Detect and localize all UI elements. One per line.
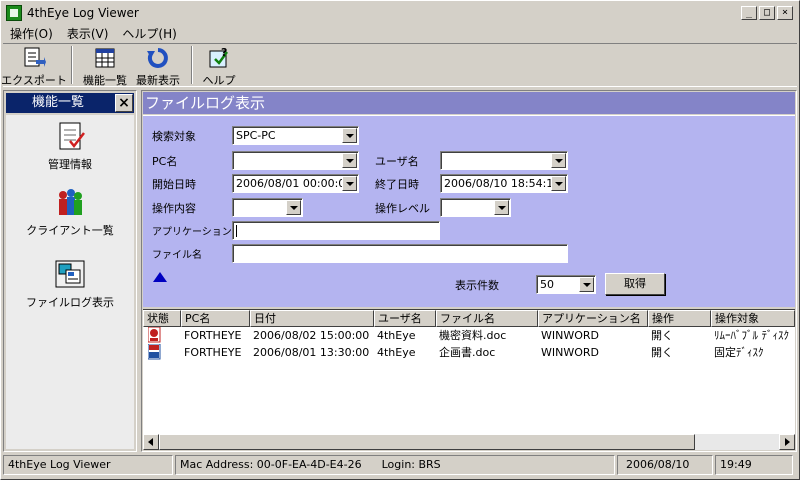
column-header-file-name[interactable]: ファイル名 [436, 310, 538, 327]
export-button[interactable]: エクスポート [1, 44, 67, 87]
svg-text:?: ? [221, 46, 227, 59]
column-header-status[interactable]: 状態 [143, 310, 181, 327]
file-name-input[interactable] [232, 244, 568, 263]
display-count-select[interactable]: 50 [536, 275, 596, 294]
operation-select[interactable] [232, 198, 303, 217]
app-icon [6, 5, 22, 21]
chevron-down-icon [551, 153, 566, 168]
sidebar-item-file-log[interactable]: ファイルログ表示 [6, 259, 134, 310]
file-name-label: ファイル名 [152, 250, 202, 261]
table-header: 状態 PC名 日付 ユーザ名 ファイル名 アプリケーション名 操作 操作対象 [143, 310, 795, 327]
toolbar-separator [71, 46, 73, 84]
start-datetime-label: 開始日時 [152, 178, 196, 191]
help-icon: ? [207, 46, 231, 70]
scroll-thumb[interactable] [159, 434, 695, 450]
column-header-date[interactable]: 日付 [250, 310, 374, 327]
operation-label: 操作内容 [152, 202, 196, 215]
text-caret [236, 225, 237, 237]
table-row[interactable]: FORTHEYE 2006/08/01 13:30:00 4thEye 企画書.… [143, 344, 795, 361]
collapse-triangle-icon[interactable] [153, 272, 167, 282]
status-ok-icon [143, 344, 181, 361]
log-table: 状態 PC名 日付 ユーザ名 ファイル名 アプリケーション名 操作 操作対象 F… [143, 309, 795, 450]
scroll-left-button[interactable] [143, 434, 159, 450]
sidebar-body: 管理情報 クライアント一覧 ファイルログ表示 [6, 115, 134, 449]
start-datetime-picker[interactable]: 2006/08/01 00:00:00 [232, 174, 359, 193]
sidebar-item-management[interactable]: 管理情報 [6, 121, 134, 172]
sidebar-item-clients[interactable]: クライアント一覧 [6, 187, 134, 238]
search-target-label: 検索対象 [152, 130, 196, 143]
chevron-down-icon [494, 200, 509, 215]
chevron-down-icon [342, 153, 357, 168]
sidebar-close-button[interactable]: × [115, 94, 133, 112]
status-date: 2006/08/10 [617, 455, 713, 475]
menu-operation[interactable]: 操作(O) [3, 23, 60, 41]
user-name-label: ユーザ名 [375, 155, 419, 168]
app-window: 4thEye Log Viewer _ □ × 操作(O) 表示(V) ヘルプ(… [0, 0, 800, 480]
status-warning-icon [143, 327, 181, 344]
help-button[interactable]: ? ヘルプ [199, 44, 239, 87]
horizontal-scrollbar[interactable] [143, 434, 795, 450]
sidebar-header: 機能一覧 × [6, 93, 134, 113]
function-sidebar: 機能一覧 × 管理情報 クライアント一覧 ファイルログ表示 [3, 90, 137, 452]
file-log-panel: ファイルログ表示 検索対象 SPC-PC PC名 ユーザ名 開始日時 2006/… [141, 90, 797, 452]
close-button[interactable]: × [777, 6, 793, 20]
title-bar[interactable]: 4thEye Log Viewer _ □ × [3, 3, 797, 23]
refresh-icon [146, 46, 170, 70]
status-mac-login: Mac Address: 00-0F-EA-4D-E4-26 Login: BRS [175, 455, 615, 475]
display-count-label: 表示件数 [455, 279, 499, 292]
sidebar-title: 機能一覧 [32, 95, 85, 110]
document-check-icon [54, 121, 86, 153]
status-time: 19:49 [715, 455, 793, 475]
toolbar: エクスポート 機能一覧 最新表示 ? ヘルプ [1, 43, 797, 87]
menu-bar: 操作(O) 表示(V) ヘルプ(H) [3, 23, 184, 41]
file-log-icon [54, 259, 86, 291]
pc-name-label: PC名 [152, 155, 178, 168]
status-login: Login: BRS [381, 458, 441, 471]
user-name-select[interactable] [440, 151, 568, 170]
search-form: 検索対象 SPC-PC PC名 ユーザ名 開始日時 2006/08/01 00:… [143, 115, 795, 307]
minimize-button[interactable]: _ [741, 6, 757, 20]
end-datetime-picker[interactable]: 2006/08/10 18:54:18 [440, 174, 568, 193]
chevron-down-icon [551, 176, 566, 191]
status-bar: 4thEye Log Viewer Mac Address: 00-0F-EA-… [3, 455, 797, 477]
maximize-button[interactable]: □ [759, 6, 775, 20]
column-header-pc-name[interactable]: PC名 [181, 310, 250, 327]
column-header-operation[interactable]: 操作 [648, 310, 711, 327]
search-target-select[interactable]: SPC-PC [232, 126, 359, 145]
chevron-down-icon [342, 128, 357, 143]
chevron-down-icon [579, 277, 594, 292]
operation-level-label: 操作レベル [375, 202, 430, 215]
column-header-user[interactable]: ユーザ名 [374, 310, 436, 327]
functions-button[interactable]: 機能一覧 [79, 44, 131, 87]
panel-title: ファイルログ表示 [143, 92, 795, 114]
menu-help[interactable]: ヘルプ(H) [115, 23, 183, 41]
status-app-name: 4thEye Log Viewer [3, 455, 173, 475]
operation-level-select[interactable] [440, 198, 511, 217]
fetch-button[interactable]: 取得 [605, 273, 665, 295]
users-icon [54, 187, 86, 219]
application-name-label: アプリケーション名 [152, 227, 242, 238]
application-name-input[interactable] [232, 221, 440, 240]
refresh-button[interactable]: 最新表示 [131, 44, 185, 87]
column-header-target[interactable]: 操作対象 [711, 310, 795, 327]
grid-list-icon [93, 46, 117, 70]
table-row[interactable]: FORTHEYE 2006/08/02 15:00:00 4thEye 機密資料… [143, 327, 795, 344]
window-title: 4thEye Log Viewer [27, 6, 139, 20]
chevron-down-icon [342, 176, 357, 191]
menu-view[interactable]: 表示(V) [60, 23, 116, 41]
chevron-down-icon [286, 200, 301, 215]
status-mac-address: Mac Address: 00-0F-EA-4D-E4-26 [180, 458, 362, 471]
pc-name-select[interactable] [232, 151, 359, 170]
column-header-application[interactable]: アプリケーション名 [538, 310, 648, 327]
export-icon [22, 46, 46, 70]
scroll-right-button[interactable] [779, 434, 795, 450]
end-datetime-label: 終了日時 [375, 178, 419, 191]
toolbar-separator [191, 46, 193, 84]
